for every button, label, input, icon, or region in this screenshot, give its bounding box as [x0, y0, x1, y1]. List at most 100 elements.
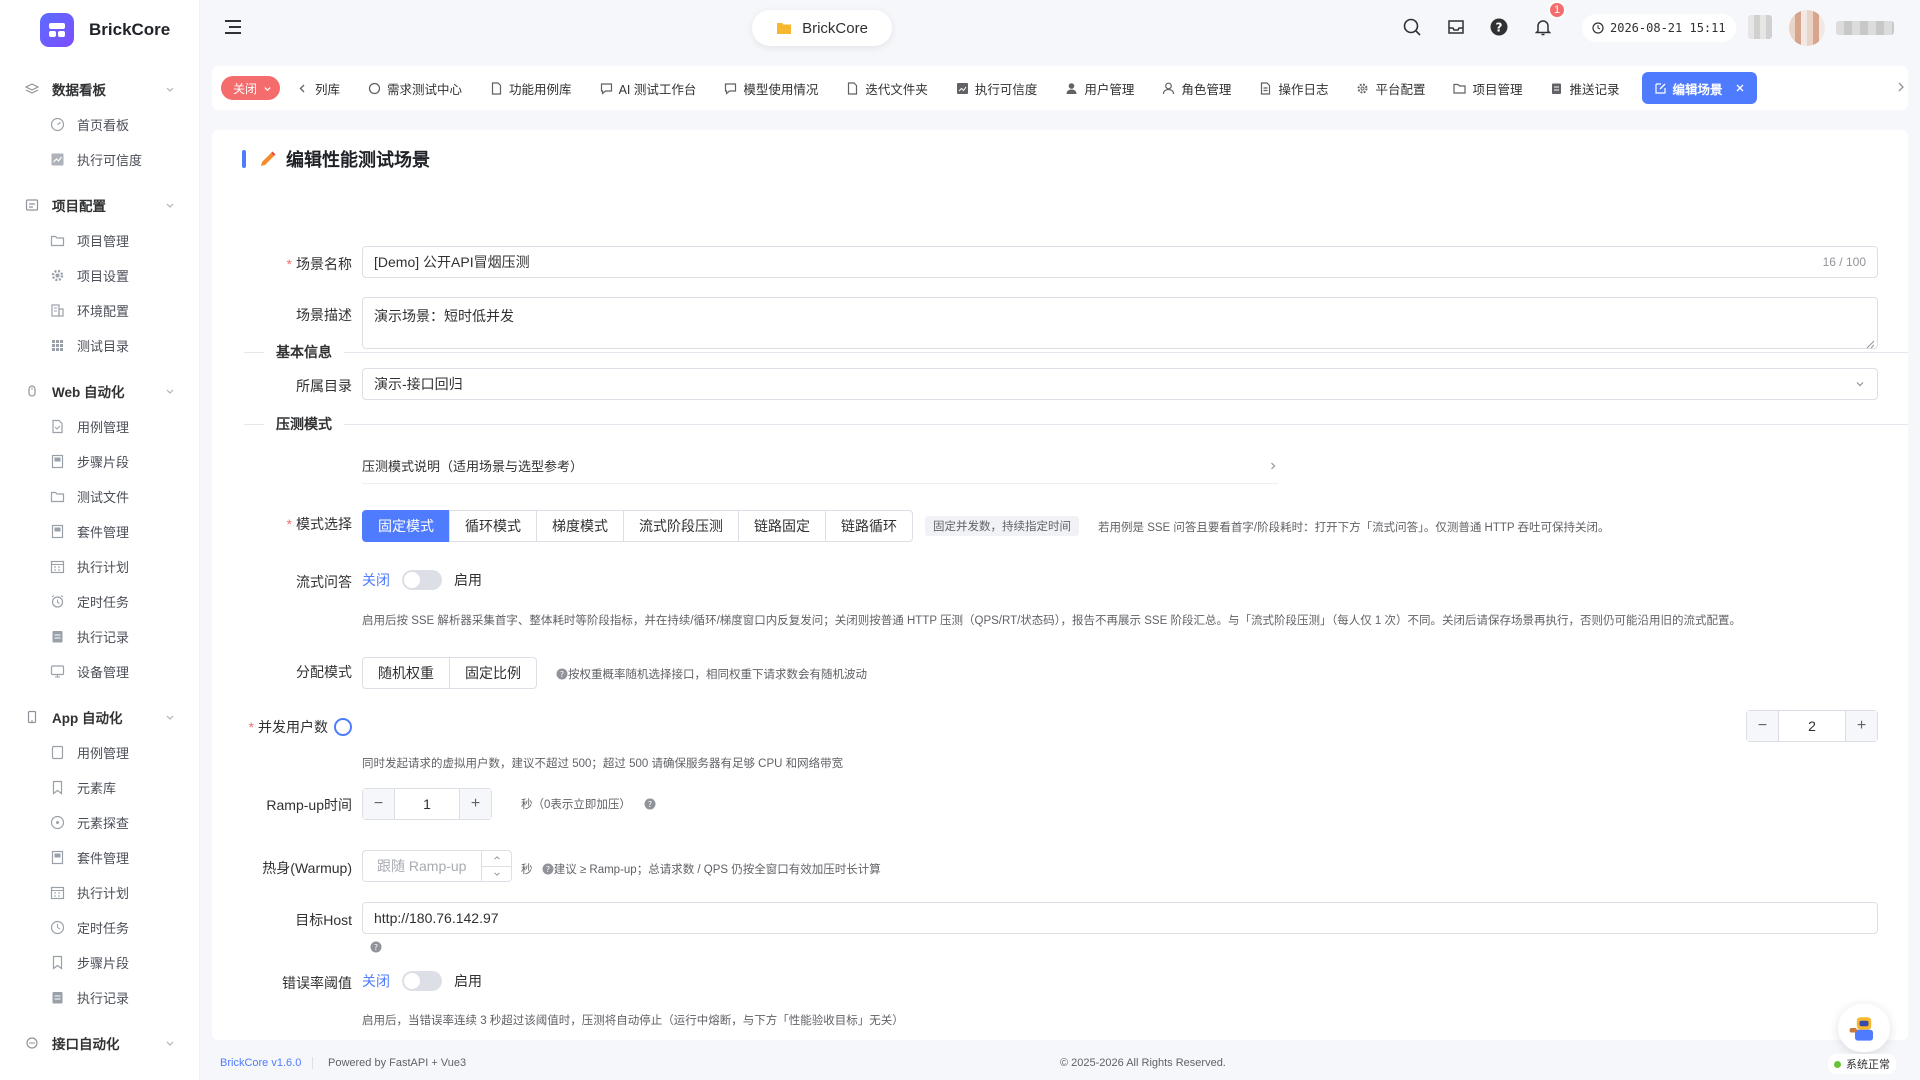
tab-requirement-center[interactable]: 需求测试中心	[354, 72, 476, 104]
inbox-icon[interactable]	[1446, 17, 1466, 37]
sidebar-item-web-suites[interactable]: 套件管理	[0, 514, 199, 549]
search-icon[interactable]	[1402, 17, 1422, 37]
rampup-stepper[interactable]: − 1 +	[362, 788, 492, 820]
tab-exec-credibility[interactable]: 执行可信度	[942, 72, 1052, 104]
tab-user-management[interactable]: 用户管理	[1051, 72, 1148, 104]
edit-icon	[1654, 82, 1667, 95]
phone-icon	[25, 710, 39, 724]
sidebar-item-web-schedule[interactable]: 定时任务	[0, 584, 199, 619]
mouse-icon	[25, 384, 39, 398]
sidebar-item-project-settings[interactable]: 项目设置	[0, 258, 199, 293]
users-stepper[interactable]: − 2 +	[1746, 710, 1878, 742]
mode-help-collapse[interactable]: 压测模式说明（适用场景与选型参考）	[362, 448, 1278, 484]
chart-icon	[956, 82, 969, 95]
sidebar-item-web-records[interactable]: 执行记录	[0, 619, 199, 654]
folder-icon	[50, 233, 65, 248]
host-input[interactable]: http://180.76.142.97	[362, 902, 1878, 934]
sidebar-item-app-schedule[interactable]: 定时任务	[0, 910, 199, 945]
user-outline-icon	[1162, 82, 1175, 95]
clipboard-icon	[1550, 82, 1563, 95]
distribution-radio-group: 随机权重 固定比例	[362, 657, 537, 689]
tab-model-usage[interactable]: 模型使用情况	[710, 72, 832, 104]
increment-button[interactable]: +	[1845, 711, 1877, 741]
stream-qa-label: 流式问答	[296, 574, 352, 590]
bell-icon[interactable]	[1533, 17, 1553, 37]
directory-select[interactable]: 演示-接口回归	[362, 368, 1878, 400]
tab-function-cases[interactable]: 功能用例库	[476, 72, 586, 104]
help-icon[interactable]: ?	[1489, 17, 1509, 37]
tab-platform-config[interactable]: 平台配置	[1342, 72, 1439, 104]
sidebar-item-app-inspector[interactable]: 元素探查	[0, 805, 199, 840]
app-logo[interactable]: BrickCore	[0, 0, 199, 60]
scene-desc-textarea[interactable]: 演示场景：短时低并发	[362, 297, 1878, 349]
stream-qa-switch[interactable]: 关闭 启用	[362, 570, 482, 590]
nav-group-api-automation[interactable]: 接口自动化	[0, 1025, 199, 1061]
sidebar-item-env-config[interactable]: 环境配置	[0, 293, 199, 328]
project-switcher[interactable]: BrickCore	[752, 10, 892, 46]
clock-icon	[50, 920, 65, 935]
sidebar-item-app-plans[interactable]: 执行计划	[0, 875, 199, 910]
mode-fixed[interactable]: 固定模式	[362, 510, 450, 542]
warmup-hint: 秒 ? 建议 ≥ Ramp-up；总请求数 / QPS 仍按全窗口有效加压时长计算	[521, 863, 881, 876]
version-link[interactable]: BrickCore v1.6.0	[220, 1057, 301, 1069]
mode-chain-loop[interactable]: 链路循环	[825, 510, 913, 542]
chevron-right-icon[interactable]	[1894, 80, 1908, 94]
toggle-switch[interactable]	[402, 971, 442, 991]
sidebar-item-app-records[interactable]: 执行记录	[0, 980, 199, 1015]
mode-radio-group: 固定模式 循环模式 梯度模式 流式阶段压测 链路固定 链路循环	[362, 510, 913, 542]
resize-handle-icon[interactable]	[1865, 336, 1875, 349]
tab-edit-scene[interactable]: 编辑场景	[1641, 72, 1757, 104]
sidebar-item-app-steps[interactable]: 步骤片段	[0, 945, 199, 980]
sidebar-item-exec-credibility[interactable]: 执行可信度	[0, 142, 199, 177]
tab-case-library[interactable]: 列库	[294, 72, 354, 104]
sidebar-item-app-elements[interactable]: 元素库	[0, 770, 199, 805]
footer: BrickCore v1.6.0 Powered by FastAPI + Vu…	[200, 1045, 1920, 1080]
dist-fixed-ratio[interactable]: 固定比例	[449, 657, 537, 689]
toggle-switch[interactable]	[402, 570, 442, 590]
gauge-icon	[50, 117, 65, 132]
mode-loop[interactable]: 循环模式	[449, 510, 537, 542]
svg-text:?: ?	[546, 865, 550, 874]
sidebar-item-web-plans[interactable]: 执行计划	[0, 549, 199, 584]
tab-push-records[interactable]: 推送记录	[1536, 72, 1633, 104]
close-icon[interactable]	[1735, 83, 1745, 93]
dist-random-weight[interactable]: 随机权重	[362, 657, 450, 689]
mode-stream-stage[interactable]: 流式阶段压测	[623, 510, 739, 542]
scene-name-input[interactable]: [Demo] 公开API冒烟压测 16 / 100	[362, 246, 1878, 278]
assistant-robot-icon[interactable]	[1838, 1004, 1890, 1052]
sidebar-item-home-dashboard[interactable]: 首页看板	[0, 107, 199, 142]
stream-qa-hint: 启用后按 SSE 解析器采集首字、整体耗时等阶段指标，并在持续/循环/梯度窗口内…	[362, 615, 1741, 627]
sidebar-item-project-management[interactable]: 项目管理	[0, 223, 199, 258]
tab-project-management[interactable]: 项目管理	[1439, 72, 1536, 104]
nav-group-app-automation[interactable]: App 自动化	[0, 699, 199, 735]
chevron-down-icon	[165, 200, 175, 210]
mode-chain-fixed[interactable]: 链路固定	[738, 510, 826, 542]
warmup-input[interactable]: 跟随 Ramp-up	[362, 850, 512, 882]
decrement-button[interactable]: −	[363, 789, 395, 819]
close-tabs-dropdown[interactable]: 关闭	[221, 76, 281, 100]
sidebar-item-web-steps[interactable]: 步骤片段	[0, 444, 199, 479]
mode-gradient[interactable]: 梯度模式	[536, 510, 624, 542]
tab-iteration-folder[interactable]: 迭代文件夹	[832, 72, 942, 104]
bookmark-icon	[50, 955, 65, 970]
tab-operation-log[interactable]: 操作日志	[1245, 72, 1342, 104]
sidebar-item-app-cases[interactable]: 用例管理	[0, 735, 199, 770]
sidebar-item-web-files[interactable]: 测试文件	[0, 479, 199, 514]
tab-role-management[interactable]: 角色管理	[1148, 72, 1245, 104]
spinner-buttons[interactable]	[481, 851, 511, 881]
sidebar-item-web-cases[interactable]: 用例管理	[0, 409, 199, 444]
error-threshold-switch[interactable]: 关闭 启用	[362, 971, 482, 991]
nav-group-project-config[interactable]: 项目配置	[0, 187, 199, 223]
avatar[interactable]	[1789, 10, 1825, 46]
sidebar-item-test-directory[interactable]: 测试目录	[0, 328, 199, 363]
sidebar-item-app-suites[interactable]: 套件管理	[0, 840, 199, 875]
nav-group-dashboard[interactable]: 数据看板	[0, 71, 199, 107]
notification-badge: 1	[1548, 1, 1566, 19]
tab-ai-workbench[interactable]: AI 测试工作台	[586, 72, 711, 104]
chevron-down-icon	[165, 84, 175, 94]
increment-button[interactable]: +	[459, 789, 491, 819]
nav-group-web-automation[interactable]: Web 自动化	[0, 373, 199, 409]
menu-toggle-icon[interactable]	[224, 19, 242, 35]
sidebar-item-web-devices[interactable]: 设备管理	[0, 654, 199, 689]
decrement-button[interactable]: −	[1747, 711, 1779, 741]
